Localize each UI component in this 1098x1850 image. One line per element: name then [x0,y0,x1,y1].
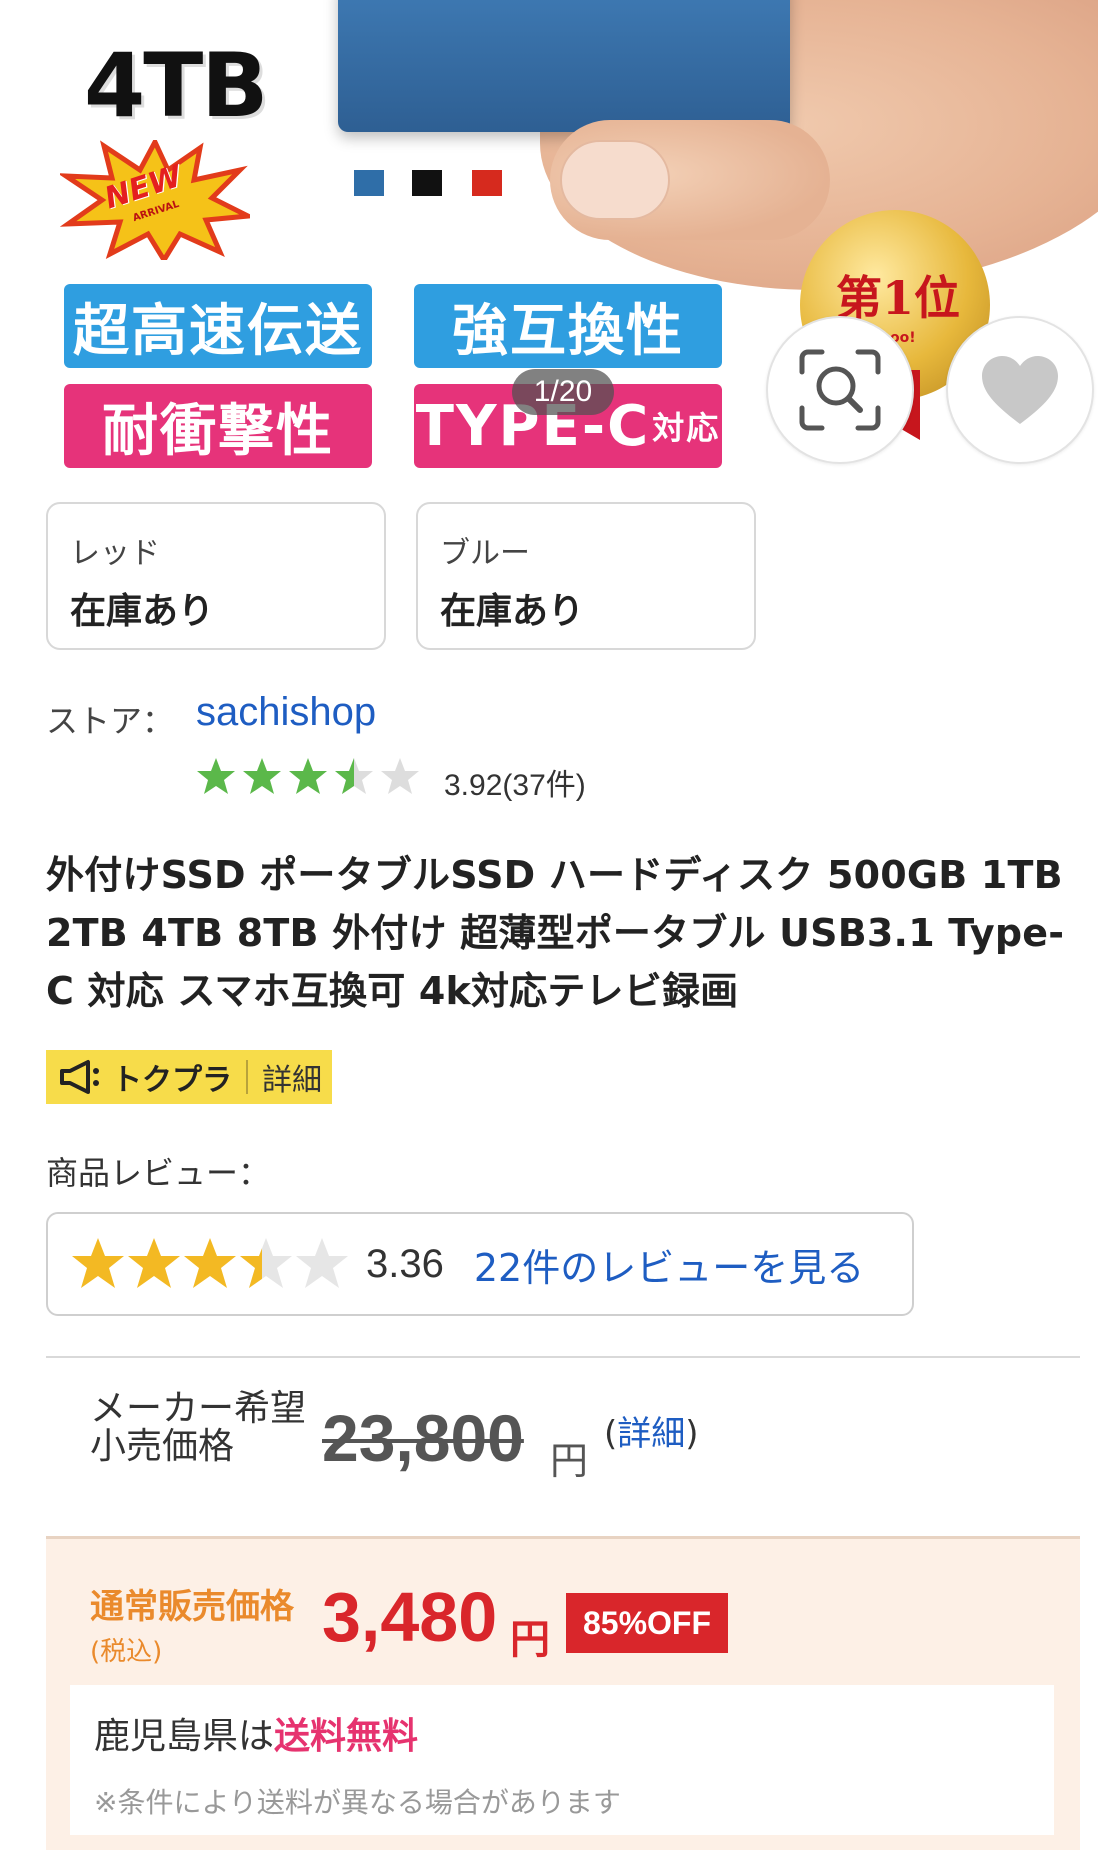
variant-name: ブルー [440,536,530,571]
fingernail-photo [560,140,670,220]
promo-divider [246,1060,248,1094]
review-summary-button[interactable]: 3.36 22件のレビューを見る [46,1212,914,1316]
typec-suffix-text: 対応 [652,409,721,447]
list-price-label-line1: メーカー希望 [90,1388,307,1429]
sale-tax-label: (税込) [90,1637,163,1667]
review-count-link[interactable]: 22件のレビューを見る [474,1237,864,1292]
shipping-line: 鹿児島県は送料無料 [94,1707,1030,1759]
sale-price-value: 3,480 [322,1578,498,1656]
free-shipping-text: 送料無料 [274,1716,419,1757]
promo-name: トクプラ [112,1063,232,1098]
list-price-label: メーカー希望 小売価格 [90,1390,306,1466]
list-price-value: 23,800 [322,1401,524,1475]
sale-price-yen: 円 [510,1617,550,1663]
detail-close-paren: ) [685,1414,699,1454]
variant-card-blue[interactable]: ブルー 在庫あり [416,502,756,650]
store-stars-icon [197,758,419,794]
tokupura-badge[interactable]: トクプラ 詳細 [46,1050,332,1104]
favorite-button[interactable] [946,316,1094,464]
store-link[interactable]: sachishop [196,690,376,735]
variant-stock: 在庫あり [440,591,585,632]
feature-tag-speed: 超高速伝送 [64,284,372,368]
review-stars-icon [72,1238,348,1288]
feature-tag-compat: 強互換性 [414,284,722,368]
sale-price-label: 通常販売価格 [90,1587,294,1627]
store-rating-text: 3.92(37件) [444,769,586,802]
product-title: 外付けSSD ポータブルSSD ハードディスク 500GB 1TB 2TB 4T… [46,853,1065,1013]
heart-icon [982,356,1058,424]
capacity-text: 4TB [84,34,268,137]
image-counter: 1/20 [512,369,614,415]
ssd-device-photo [338,0,790,132]
shipping-info: 鹿児島県は送料無料 ※条件により送料が異なる場合があります [70,1685,1054,1835]
feature-tag-shock: 耐衝撃性 [64,384,372,468]
store-label: ストア： [46,702,175,740]
variant-name: レッド [70,536,160,571]
promo-detail-link[interactable]: 詳細 [262,1055,322,1099]
sale-price-panel: 通常販売価格 (税込) 3,480 円 85%OFF 鹿児島県は送料無料 ※条件… [46,1536,1080,1850]
megaphone-icon [60,1060,99,1094]
image-search-icon [799,349,881,431]
list-price-label-line2: 小売価格 [90,1426,235,1467]
image-search-button[interactable] [766,316,914,464]
list-price-detail-link[interactable]: 詳細 [617,1414,685,1454]
list-price-detail: (詳細) [604,1406,699,1455]
shipping-note: ※条件により送料が異なる場合があります [94,1786,621,1819]
detail-open-paren: ( [604,1414,618,1454]
shipping-prefix: 鹿児島県は [94,1716,275,1757]
review-score: 3.36 [366,1241,444,1286]
color-swatch-black [412,170,442,196]
review-label: 商品レビュー： [46,1154,271,1192]
discount-badge: 85%OFF [566,1593,728,1653]
section-divider [46,1356,1080,1358]
variant-stock: 在庫あり [70,591,215,632]
store-star-rating [196,756,428,796]
color-swatch-red [472,170,502,196]
color-swatch-blue [354,170,384,196]
list-price-yen: 円 [550,1439,589,1483]
variant-card-red[interactable]: レッド 在庫あり [46,502,386,650]
